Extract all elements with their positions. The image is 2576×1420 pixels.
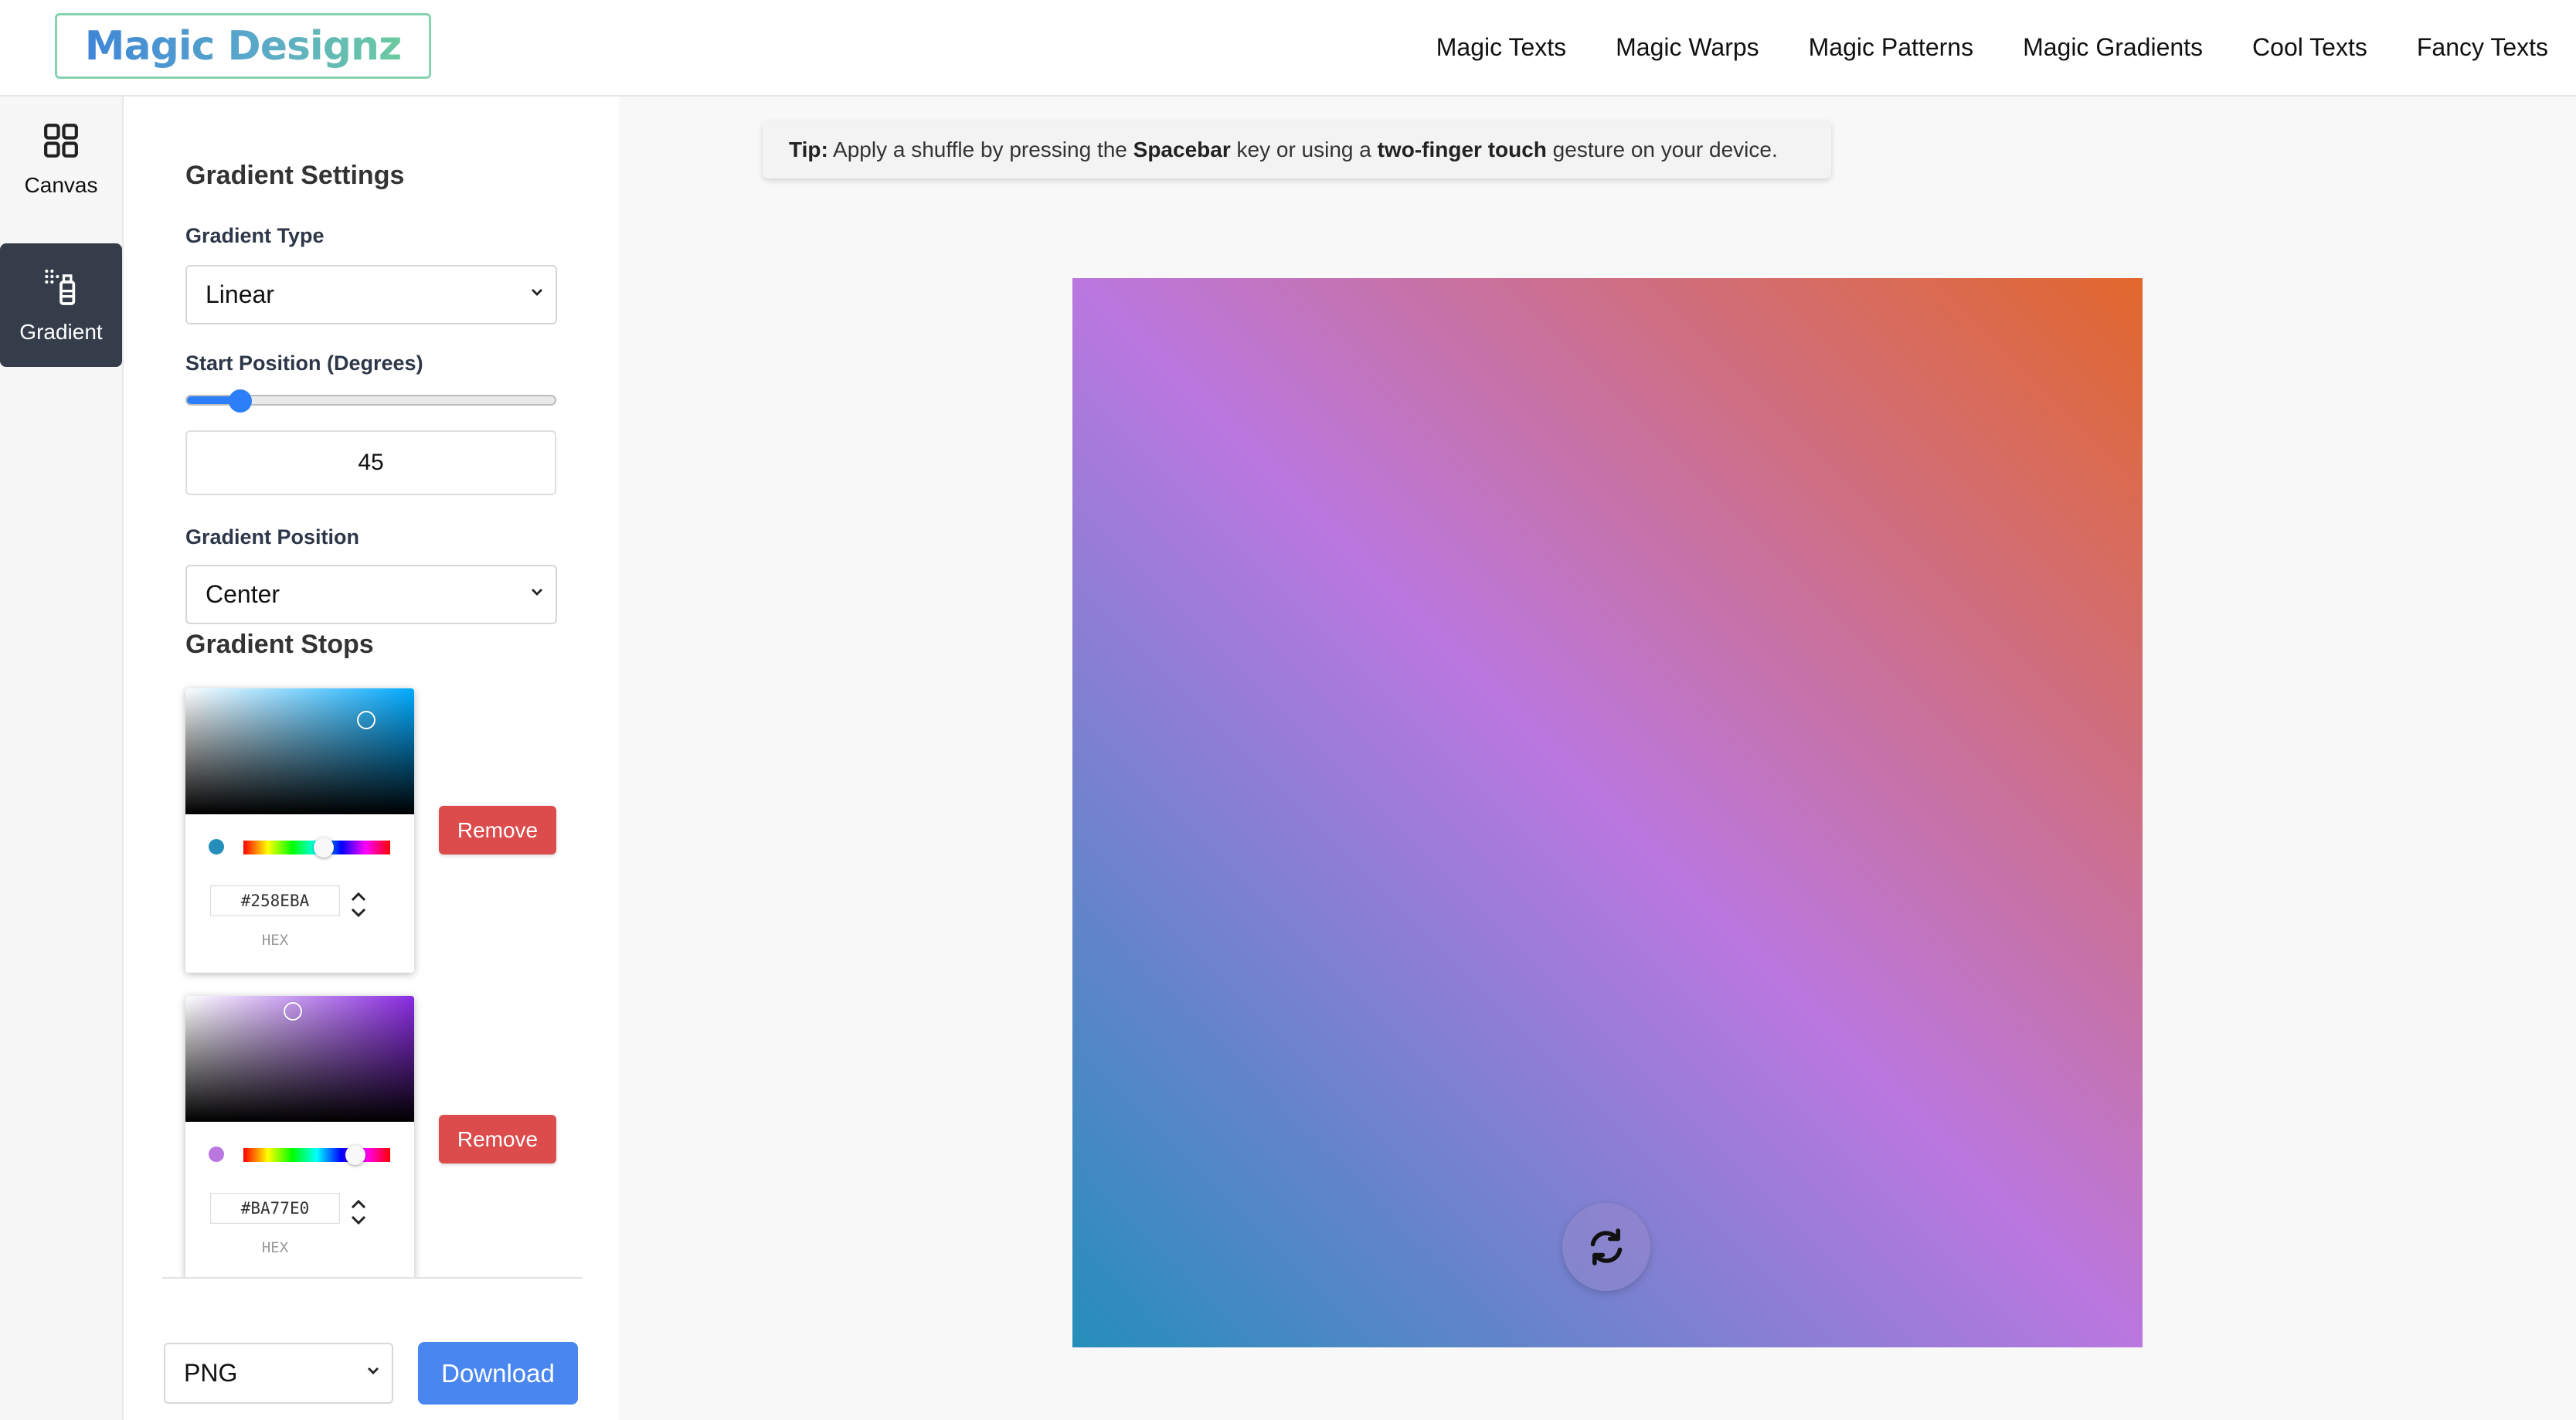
saturation-handle[interactable]	[284, 1002, 302, 1021]
color-swatch	[209, 1147, 224, 1162]
start-position-value: 45	[358, 450, 384, 475]
hue-handle[interactable]	[314, 837, 334, 858]
saturation-handle[interactable]	[357, 711, 376, 729]
logo[interactable]: Magic Designz	[55, 13, 431, 79]
top-header: Magic Designz Magic Texts Magic Warps Ma…	[0, 0, 2576, 97]
gradient-position-value: Center	[206, 580, 280, 608]
tip-prefix: Tip:	[789, 137, 828, 161]
refresh-icon	[1590, 1228, 1623, 1265]
gradient-type-label: Gradient Type	[185, 224, 325, 247]
tip-key: Spacebar	[1133, 137, 1231, 161]
nav-magic-warps[interactable]: Magic Warps	[1616, 33, 1759, 62]
hex-value: #BA77E0	[240, 1199, 310, 1218]
tip-banner: Tip: Apply a shuffle by pressing the Spa…	[763, 121, 1831, 178]
remove-stop-button[interactable]: Remove	[439, 806, 556, 854]
slider-thumb[interactable]	[229, 389, 252, 413]
start-position-label: Start Position (Degrees)	[185, 352, 423, 375]
hue-slider[interactable]	[243, 1148, 390, 1162]
tip-gesture: two-finger touch	[1377, 137, 1547, 161]
tool-rail: Canvas Gradient	[0, 97, 124, 1420]
format-label: HEX	[261, 1239, 289, 1256]
gradient-position-select[interactable]: Center	[185, 565, 557, 624]
hex-input[interactable]: #BA77E0	[210, 1193, 340, 1224]
format-toggle-icon[interactable]	[348, 885, 369, 924]
main-nav: Magic Texts Magic Warps Magic Patterns M…	[1436, 0, 2548, 94]
tip-text: gesture on your device.	[1546, 137, 1778, 161]
gradient-position-label: Gradient Position	[185, 525, 360, 549]
color-picker: #BA77E0 HEX	[185, 996, 414, 1277]
nav-magic-gradients[interactable]: Magic Gradients	[2023, 33, 2203, 62]
saturation-area[interactable]	[185, 688, 414, 814]
gradient-preview-canvas[interactable]	[1072, 278, 2143, 1347]
saturation-area[interactable]	[185, 996, 414, 1122]
hex-input[interactable]: #258EBA	[210, 885, 340, 916]
rail-item-canvas[interactable]: Canvas	[0, 97, 122, 220]
rail-item-label: Gradient	[19, 320, 103, 344]
chevron-down-icon	[532, 588, 542, 596]
format-toggle-icon[interactable]	[348, 1193, 369, 1231]
color-picker: #258EBA HEX	[185, 688, 414, 973]
remove-stop-button[interactable]: Remove	[439, 1115, 556, 1164]
chevron-down-icon	[532, 288, 542, 296]
spray-can-icon	[45, 269, 76, 305]
nav-magic-texts[interactable]: Magic Texts	[1436, 33, 1566, 62]
tip-text: Apply a shuffle by pressing the	[828, 137, 1133, 161]
grid-icon	[44, 124, 78, 158]
gradient-type-value: Linear	[206, 280, 274, 308]
hue-handle[interactable]	[345, 1145, 365, 1165]
color-swatch	[209, 839, 224, 854]
nav-fancy-texts[interactable]: Fancy Texts	[2417, 33, 2548, 62]
gradient-stops-title: Gradient Stops	[185, 630, 374, 659]
hex-value: #258EBA	[240, 892, 310, 910]
gradient-stops-list[interactable]: #258EBA HEX Remove #BA77E0 HEX Remove	[162, 680, 579, 1277]
chevron-down-icon	[368, 1367, 379, 1374]
logo-text: Magic Designz	[84, 22, 403, 70]
nav-cool-texts[interactable]: Cool Texts	[2252, 33, 2367, 62]
slider-fill	[187, 396, 233, 404]
tip-text: key or using a	[1230, 137, 1378, 161]
download-button[interactable]: Download	[418, 1342, 578, 1405]
export-format-select[interactable]: PNG	[164, 1343, 393, 1404]
panel-divider	[162, 1277, 583, 1279]
nav-magic-patterns[interactable]: Magic Patterns	[1809, 33, 1973, 62]
rail-item-gradient[interactable]: Gradient	[0, 243, 122, 367]
shuffle-button[interactable]	[1562, 1203, 1650, 1291]
format-label: HEX	[261, 932, 289, 949]
export-format-value: PNG	[184, 1359, 238, 1387]
gradient-type-select[interactable]: Linear	[185, 265, 557, 324]
start-position-input[interactable]: 45	[185, 430, 556, 495]
rail-item-label: Canvas	[24, 173, 98, 197]
panel-title: Gradient Settings	[185, 161, 405, 190]
